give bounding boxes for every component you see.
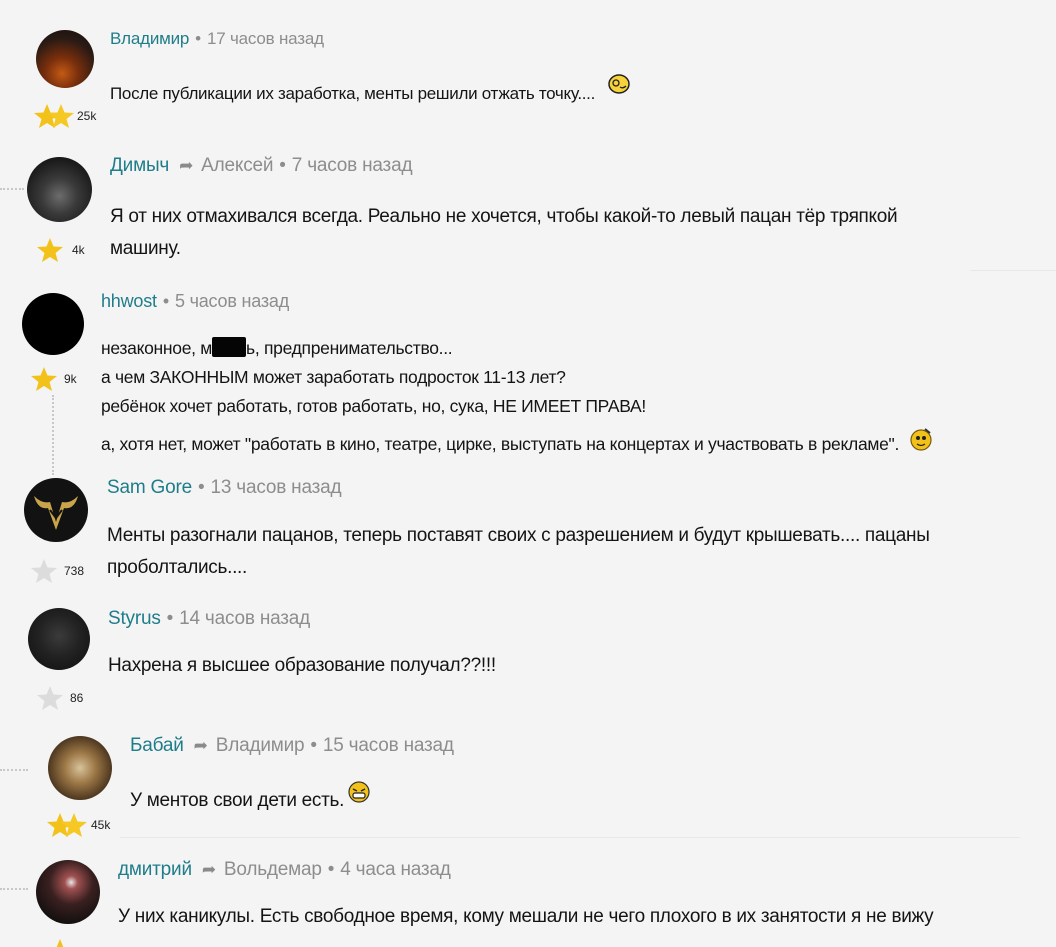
separator-dot: •: [198, 477, 205, 498]
comment-text: У них каникулы. Есть свободное время, ко…: [118, 906, 934, 927]
author-name[interactable]: Бабай: [130, 735, 184, 756]
emoji-icon: [608, 74, 631, 94]
comment: hhwost • 5 часов назад незаконное, м ь, пре…: [0, 280, 1056, 475]
timestamp[interactable]: 15 часов назад: [323, 735, 454, 756]
star-icon: [31, 559, 57, 583]
author-name[interactable]: Владимир: [110, 29, 189, 48]
timestamp[interactable]: 4 часа назад: [340, 859, 451, 880]
star-icon: [47, 939, 73, 947]
separator-dot: •: [166, 608, 174, 629]
reply-to-name[interactable]: Владимир: [216, 735, 305, 756]
separator-dot: •: [327, 859, 335, 880]
rating-value: 86: [70, 691, 84, 705]
reply-arrow-icon: ➦: [179, 156, 194, 175]
rating-value: 4k: [72, 243, 85, 257]
star-icon: [37, 238, 63, 262]
avatar[interactable]: [36, 860, 100, 924]
thread-line: [0, 888, 28, 890]
timestamp[interactable]: 5 часов назад: [175, 291, 289, 311]
comment-text: Я от них отмахивался всегда. Реально не …: [110, 206, 898, 259]
rating[interactable]: 9k: [30, 366, 77, 392]
author-name[interactable]: hhwost: [101, 291, 157, 311]
comment: Styrus • 14 часов назад Нахрена я высшее о…: [0, 600, 1056, 725]
comment-text: Менты разогнали пацанов, теперь поставят…: [107, 525, 930, 578]
comment-text: Нахрена я высшее образование получал??!!…: [108, 655, 496, 676]
star-icon: [37, 686, 63, 710]
comment-text: незаконное, м ь, предпренимательство... а…: [101, 334, 934, 459]
reply-arrow-icon: ➦: [193, 736, 208, 755]
avatar[interactable]: [27, 157, 92, 222]
thread-line: [0, 769, 28, 771]
comment-text: У ментов свои дети есть.: [130, 780, 371, 817]
censor-box: [212, 337, 247, 357]
avatar[interactable]: [48, 736, 112, 800]
timestamp[interactable]: 14 часов назад: [179, 608, 310, 629]
comment: дмитрий ➦ Вольдемар • 4 часа назад У них кан…: [0, 845, 1056, 947]
author-name[interactable]: Димыч: [110, 155, 169, 176]
comment: Димыч ➦ Алексей • 7 часов назад Я от них отм…: [0, 140, 1056, 280]
separator-dot: •: [195, 29, 201, 48]
rating[interactable]: 25k: [33, 103, 96, 129]
avatar[interactable]: [28, 608, 90, 670]
comment: Sam Gore • 13 часов назад Менты разогнали …: [0, 470, 1056, 600]
comment: Владимир • 17 часов назад После публикации…: [0, 0, 1056, 140]
reply-to-name[interactable]: Алексей: [201, 155, 273, 176]
separator-dot: •: [310, 735, 317, 756]
divider: [120, 837, 1020, 838]
rating[interactable]: 86: [36, 685, 83, 711]
author-name[interactable]: дмитрий: [118, 859, 192, 880]
comment-text: После публикации их заработка, менты реш…: [110, 73, 631, 110]
timestamp[interactable]: 7 часов назад: [292, 155, 413, 176]
rating-value: 25k: [77, 109, 97, 123]
rating[interactable]: 738: [30, 558, 84, 584]
bull-logo-icon: [34, 496, 78, 530]
rating[interactable]: [46, 938, 74, 947]
star-icon: [47, 813, 87, 837]
avatar[interactable]: [22, 293, 84, 355]
rating[interactable]: 4k: [36, 237, 85, 263]
emoji-icon: [909, 428, 932, 451]
separator-dot: •: [279, 155, 286, 176]
separator-dot: •: [162, 291, 169, 311]
timestamp[interactable]: 13 часов назад: [210, 477, 341, 498]
star-icon: [31, 367, 57, 391]
divider: [970, 270, 1056, 271]
reply-arrow-icon: ➦: [201, 860, 216, 879]
rating-value: 45k: [91, 818, 111, 832]
reply-to-name[interactable]: Вольдемар: [224, 859, 322, 880]
rating-value: 9k: [64, 372, 77, 386]
timestamp[interactable]: 17 часов назад: [207, 29, 324, 48]
author-name[interactable]: Sam Gore: [107, 477, 192, 498]
thread-line: [52, 395, 54, 475]
rating[interactable]: 45k: [46, 812, 110, 838]
star-icon: [34, 104, 74, 128]
avatar[interactable]: [24, 478, 88, 542]
comment: Бабай ➦ Владимир • 15 часов назад У ментов с…: [0, 725, 1056, 845]
thread-line: [0, 188, 24, 190]
rating-value: 738: [64, 564, 85, 578]
author-name[interactable]: Styrus: [108, 608, 161, 629]
emoji-icon: [348, 781, 370, 803]
avatar[interactable]: [36, 30, 94, 88]
